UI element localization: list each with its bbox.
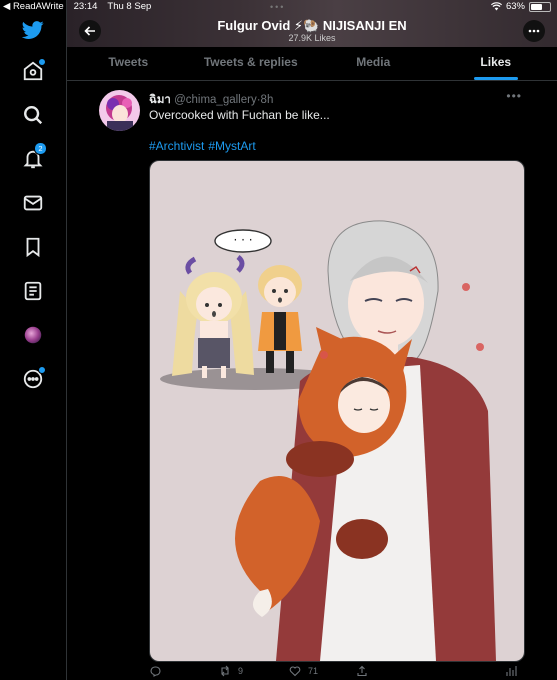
tab-likes[interactable]: Likes <box>435 47 557 80</box>
more-new-dot <box>38 366 46 374</box>
tweet-hashtags: #Archtivist #MystArt <box>149 139 256 153</box>
battery-icon <box>529 1 551 12</box>
share-button[interactable] <box>356 665 368 677</box>
tab-media[interactable]: Media <box>312 47 435 80</box>
tweet-actions: 9 71 <box>149 665 529 679</box>
retweet-button[interactable]: 9 <box>219 665 243 677</box>
share-icon <box>357 665 367 677</box>
profile-name: Fulgur Ovid ⚡🐏 NIJISANJI EN <box>217 18 407 33</box>
clock: 23:14 <box>73 1 98 12</box>
tweet-header: ฉิมา @chima_gallery·8h <box>149 94 274 106</box>
main-column: Fulgur Ovid ⚡🐏 NIJISANJI EN 27.9K Likes … <box>67 0 557 680</box>
sidebar-nav: 2 <box>0 0 67 680</box>
heart-icon <box>289 666 301 677</box>
fanart-illustration: · · · <box>150 161 524 661</box>
hashtag-link[interactable]: #Archtivist <box>149 139 204 153</box>
profile-more-button[interactable] <box>523 20 545 42</box>
battery-percentage: 63% <box>505 1 525 12</box>
like-count: 71 <box>308 666 319 676</box>
author-handle[interactable]: @chima_gallery <box>174 94 257 106</box>
ellipsis-icon <box>528 29 540 33</box>
notifications-icon[interactable]: 2 <box>21 142 47 171</box>
analytics-icon <box>506 666 517 676</box>
tweet-text: Overcooked with Fuchan be like... <box>149 108 330 122</box>
tweet[interactable]: ฉิมา @chima_gallery·8h ••• Overcooked wi… <box>67 81 557 680</box>
back-to-app-link[interactable]: ◀ ReadAWrite <box>3 1 64 12</box>
profile-tabs: Tweets Tweets & replies Media Likes <box>67 47 557 81</box>
tab-tweets-replies[interactable]: Tweets & replies <box>190 47 313 80</box>
analytics-button[interactable] <box>505 665 517 677</box>
bookmarks-icon[interactable] <box>21 235 45 259</box>
profile-avatar[interactable] <box>21 323 45 347</box>
home-icon[interactable] <box>21 58 46 83</box>
messages-icon[interactable] <box>21 191 45 215</box>
notifications-count-badge: 2 <box>34 142 47 155</box>
svg-text:· · ·: · · · <box>233 233 252 247</box>
status-bar: ◀ ReadAWrite 23:14 Thu 8 Sep ••• 63% <box>0 0 557 14</box>
multitasking-dots-icon[interactable]: ••• <box>270 2 285 12</box>
reply-button[interactable] <box>149 665 161 677</box>
tab-tweets[interactable]: Tweets <box>67 47 190 80</box>
likes-count: 27.9K Likes <box>288 33 336 43</box>
hashtag-link[interactable]: #MystArt <box>208 139 255 153</box>
home-new-dot <box>38 58 46 66</box>
retweet-icon <box>221 665 229 677</box>
retweet-count: 9 <box>238 666 244 676</box>
tweet-time[interactable]: 8h <box>261 94 274 106</box>
like-button[interactable]: 71 <box>289 665 318 677</box>
date: Thu 8 Sep <box>107 1 152 12</box>
author-name[interactable]: ฉิมา <box>149 94 171 106</box>
tweet-more-icon[interactable]: ••• <box>506 89 522 103</box>
reply-icon <box>150 666 161 677</box>
twitter-logo-icon[interactable] <box>21 18 45 42</box>
tweet-image[interactable]: · · · <box>149 160 525 662</box>
more-options-icon[interactable] <box>21 366 46 391</box>
wifi-icon <box>490 2 502 11</box>
search-icon[interactable] <box>21 103 45 127</box>
active-tab-indicator <box>473 77 518 80</box>
author-avatar[interactable] <box>99 90 140 131</box>
lists-icon[interactable] <box>21 279 45 303</box>
